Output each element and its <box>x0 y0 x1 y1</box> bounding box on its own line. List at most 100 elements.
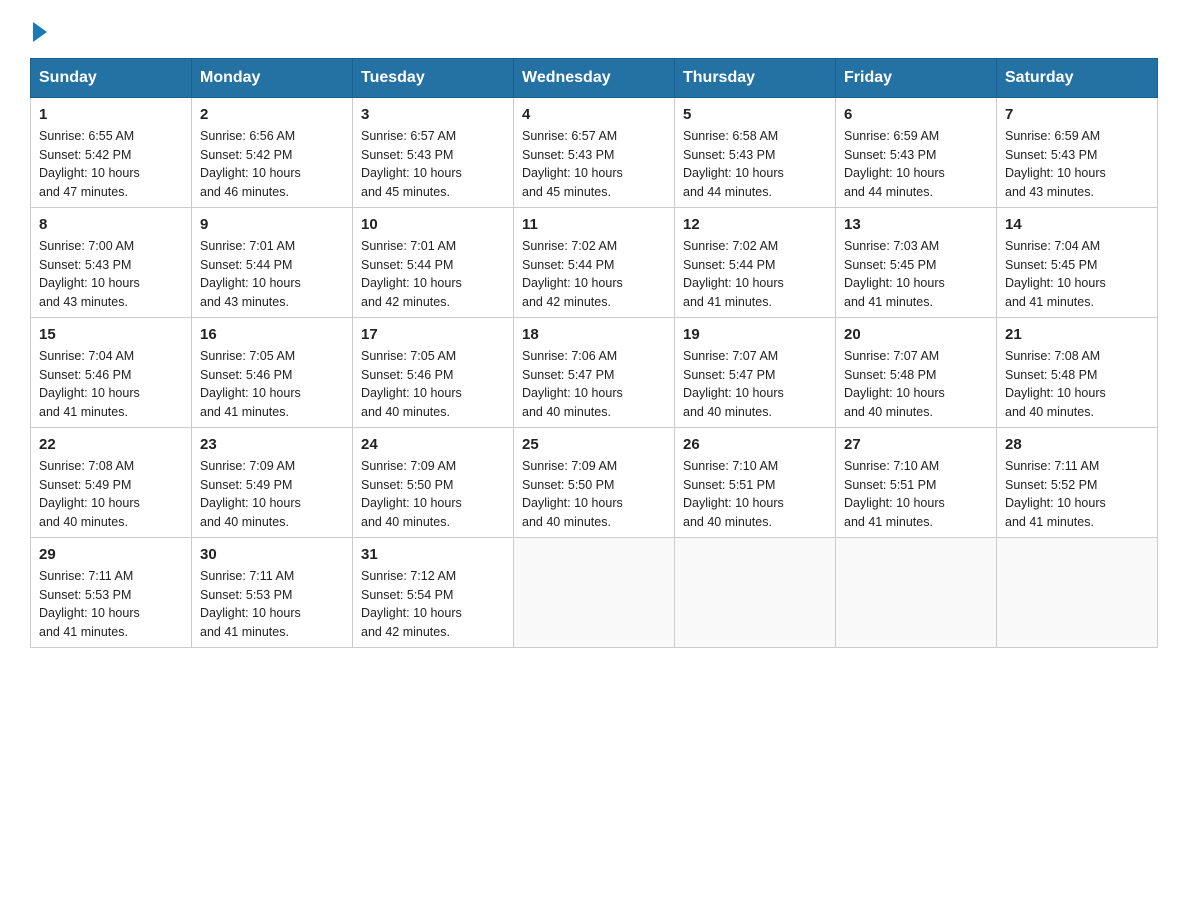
calendar-cell <box>514 538 675 648</box>
day-info: Sunrise: 6:55 AMSunset: 5:42 PMDaylight:… <box>39 129 140 199</box>
calendar-cell: 2 Sunrise: 6:56 AMSunset: 5:42 PMDayligh… <box>192 98 353 208</box>
day-info: Sunrise: 7:00 AMSunset: 5:43 PMDaylight:… <box>39 239 140 309</box>
day-number: 12 <box>683 214 827 235</box>
calendar-cell: 11 Sunrise: 7:02 AMSunset: 5:44 PMDaylig… <box>514 208 675 318</box>
day-number: 25 <box>522 434 666 455</box>
day-number: 3 <box>361 104 505 125</box>
calendar-cell <box>997 538 1158 648</box>
logo-top <box>30 20 47 42</box>
calendar-cell: 9 Sunrise: 7:01 AMSunset: 5:44 PMDayligh… <box>192 208 353 318</box>
day-number: 10 <box>361 214 505 235</box>
calendar-cell: 26 Sunrise: 7:10 AMSunset: 5:51 PMDaylig… <box>675 428 836 538</box>
calendar-cell: 18 Sunrise: 7:06 AMSunset: 5:47 PMDaylig… <box>514 318 675 428</box>
calendar-cell: 28 Sunrise: 7:11 AMSunset: 5:52 PMDaylig… <box>997 428 1158 538</box>
day-info: Sunrise: 7:01 AMSunset: 5:44 PMDaylight:… <box>361 239 462 309</box>
day-info: Sunrise: 7:04 AMSunset: 5:46 PMDaylight:… <box>39 349 140 419</box>
week-row-3: 15 Sunrise: 7:04 AMSunset: 5:46 PMDaylig… <box>31 318 1158 428</box>
calendar-cell: 24 Sunrise: 7:09 AMSunset: 5:50 PMDaylig… <box>353 428 514 538</box>
day-info: Sunrise: 7:02 AMSunset: 5:44 PMDaylight:… <box>522 239 623 309</box>
day-info: Sunrise: 7:08 AMSunset: 5:49 PMDaylight:… <box>39 459 140 529</box>
calendar-cell: 27 Sunrise: 7:10 AMSunset: 5:51 PMDaylig… <box>836 428 997 538</box>
calendar-body: 1 Sunrise: 6:55 AMSunset: 5:42 PMDayligh… <box>31 98 1158 648</box>
calendar-cell <box>836 538 997 648</box>
day-number: 5 <box>683 104 827 125</box>
calendar-cell: 25 Sunrise: 7:09 AMSunset: 5:50 PMDaylig… <box>514 428 675 538</box>
day-header-monday: Monday <box>192 59 353 98</box>
day-number: 18 <box>522 324 666 345</box>
calendar-cell: 8 Sunrise: 7:00 AMSunset: 5:43 PMDayligh… <box>31 208 192 318</box>
day-number: 9 <box>200 214 344 235</box>
logo <box>30 20 47 38</box>
calendar-cell <box>675 538 836 648</box>
calendar-cell: 15 Sunrise: 7:04 AMSunset: 5:46 PMDaylig… <box>31 318 192 428</box>
day-info: Sunrise: 7:02 AMSunset: 5:44 PMDaylight:… <box>683 239 784 309</box>
day-info: Sunrise: 7:01 AMSunset: 5:44 PMDaylight:… <box>200 239 301 309</box>
day-header-friday: Friday <box>836 59 997 98</box>
day-number: 28 <box>1005 434 1149 455</box>
day-number: 26 <box>683 434 827 455</box>
day-header-saturday: Saturday <box>997 59 1158 98</box>
day-info: Sunrise: 7:06 AMSunset: 5:47 PMDaylight:… <box>522 349 623 419</box>
day-info: Sunrise: 7:05 AMSunset: 5:46 PMDaylight:… <box>361 349 462 419</box>
week-row-5: 29 Sunrise: 7:11 AMSunset: 5:53 PMDaylig… <box>31 538 1158 648</box>
day-number: 14 <box>1005 214 1149 235</box>
calendar-cell: 5 Sunrise: 6:58 AMSunset: 5:43 PMDayligh… <box>675 98 836 208</box>
week-row-4: 22 Sunrise: 7:08 AMSunset: 5:49 PMDaylig… <box>31 428 1158 538</box>
day-number: 19 <box>683 324 827 345</box>
day-number: 20 <box>844 324 988 345</box>
day-number: 27 <box>844 434 988 455</box>
day-number: 2 <box>200 104 344 125</box>
day-number: 29 <box>39 544 183 565</box>
header-row: SundayMondayTuesdayWednesdayThursdayFrid… <box>31 59 1158 98</box>
day-number: 1 <box>39 104 183 125</box>
logo-arrow-icon <box>33 22 47 42</box>
day-number: 7 <box>1005 104 1149 125</box>
day-header-sunday: Sunday <box>31 59 192 98</box>
day-info: Sunrise: 7:11 AMSunset: 5:53 PMDaylight:… <box>200 569 301 639</box>
day-header-tuesday: Tuesday <box>353 59 514 98</box>
day-number: 24 <box>361 434 505 455</box>
day-info: Sunrise: 6:56 AMSunset: 5:42 PMDaylight:… <box>200 129 301 199</box>
calendar-cell: 31 Sunrise: 7:12 AMSunset: 5:54 PMDaylig… <box>353 538 514 648</box>
day-number: 4 <box>522 104 666 125</box>
calendar-cell: 30 Sunrise: 7:11 AMSunset: 5:53 PMDaylig… <box>192 538 353 648</box>
day-header-thursday: Thursday <box>675 59 836 98</box>
day-info: Sunrise: 7:10 AMSunset: 5:51 PMDaylight:… <box>683 459 784 529</box>
day-number: 22 <box>39 434 183 455</box>
day-info: Sunrise: 7:10 AMSunset: 5:51 PMDaylight:… <box>844 459 945 529</box>
day-info: Sunrise: 7:07 AMSunset: 5:47 PMDaylight:… <box>683 349 784 419</box>
day-info: Sunrise: 7:03 AMSunset: 5:45 PMDaylight:… <box>844 239 945 309</box>
day-number: 16 <box>200 324 344 345</box>
day-number: 31 <box>361 544 505 565</box>
calendar-cell: 17 Sunrise: 7:05 AMSunset: 5:46 PMDaylig… <box>353 318 514 428</box>
calendar-header: SundayMondayTuesdayWednesdayThursdayFrid… <box>31 59 1158 98</box>
day-number: 13 <box>844 214 988 235</box>
calendar-cell: 20 Sunrise: 7:07 AMSunset: 5:48 PMDaylig… <box>836 318 997 428</box>
day-number: 17 <box>361 324 505 345</box>
day-info: Sunrise: 7:09 AMSunset: 5:50 PMDaylight:… <box>361 459 462 529</box>
calendar-cell: 1 Sunrise: 6:55 AMSunset: 5:42 PMDayligh… <box>31 98 192 208</box>
calendar-cell: 21 Sunrise: 7:08 AMSunset: 5:48 PMDaylig… <box>997 318 1158 428</box>
week-row-2: 8 Sunrise: 7:00 AMSunset: 5:43 PMDayligh… <box>31 208 1158 318</box>
day-info: Sunrise: 7:11 AMSunset: 5:52 PMDaylight:… <box>1005 459 1106 529</box>
calendar-cell: 12 Sunrise: 7:02 AMSunset: 5:44 PMDaylig… <box>675 208 836 318</box>
day-number: 21 <box>1005 324 1149 345</box>
calendar-cell: 4 Sunrise: 6:57 AMSunset: 5:43 PMDayligh… <box>514 98 675 208</box>
day-number: 15 <box>39 324 183 345</box>
day-info: Sunrise: 7:09 AMSunset: 5:50 PMDaylight:… <box>522 459 623 529</box>
calendar-table: SundayMondayTuesdayWednesdayThursdayFrid… <box>30 58 1158 648</box>
calendar-cell: 7 Sunrise: 6:59 AMSunset: 5:43 PMDayligh… <box>997 98 1158 208</box>
day-info: Sunrise: 7:04 AMSunset: 5:45 PMDaylight:… <box>1005 239 1106 309</box>
calendar-cell: 22 Sunrise: 7:08 AMSunset: 5:49 PMDaylig… <box>31 428 192 538</box>
week-row-1: 1 Sunrise: 6:55 AMSunset: 5:42 PMDayligh… <box>31 98 1158 208</box>
day-info: Sunrise: 6:57 AMSunset: 5:43 PMDaylight:… <box>522 129 623 199</box>
calendar-cell: 10 Sunrise: 7:01 AMSunset: 5:44 PMDaylig… <box>353 208 514 318</box>
day-number: 6 <box>844 104 988 125</box>
day-info: Sunrise: 7:09 AMSunset: 5:49 PMDaylight:… <box>200 459 301 529</box>
day-header-wednesday: Wednesday <box>514 59 675 98</box>
calendar-cell: 16 Sunrise: 7:05 AMSunset: 5:46 PMDaylig… <box>192 318 353 428</box>
calendar-cell: 19 Sunrise: 7:07 AMSunset: 5:47 PMDaylig… <box>675 318 836 428</box>
day-number: 23 <box>200 434 344 455</box>
calendar-cell: 3 Sunrise: 6:57 AMSunset: 5:43 PMDayligh… <box>353 98 514 208</box>
calendar-cell: 23 Sunrise: 7:09 AMSunset: 5:49 PMDaylig… <box>192 428 353 538</box>
